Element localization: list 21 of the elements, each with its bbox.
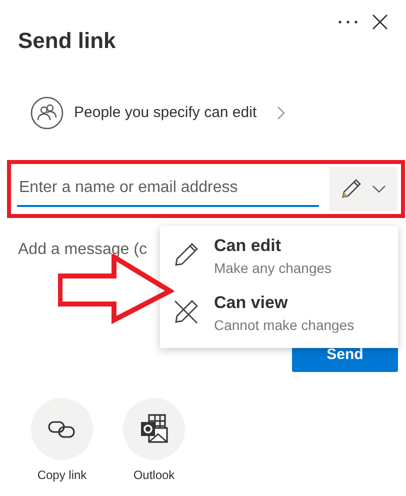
permission-dropdown-button[interactable]: [329, 167, 397, 211]
option-title: Can edit: [214, 235, 282, 257]
link-icon: [47, 419, 77, 439]
close-icon[interactable]: [372, 14, 388, 30]
more-icon[interactable]: [338, 19, 358, 25]
message-field[interactable]: Add a message (c: [18, 238, 147, 262]
permission-option[interactable]: Can edit Make any changes: [160, 230, 398, 287]
chevron-down-icon: [372, 185, 386, 193]
crossed-pencil-icon: [172, 298, 200, 326]
pencil-icon: [340, 178, 362, 200]
share-option-label: Copy link: [37, 468, 87, 482]
link-setting-label: People you specify can edit: [74, 102, 257, 123]
option-title: Can view: [214, 292, 289, 314]
chevron-right-icon: [276, 106, 285, 120]
link-settings-row[interactable]: People you specify can edit: [30, 96, 285, 130]
pencil-icon: [172, 241, 200, 269]
people-icon: [30, 96, 64, 130]
panel-title: Send link: [18, 27, 116, 55]
option-description: Make any changes: [214, 259, 332, 278]
option-description: Cannot make changes: [214, 316, 354, 335]
share-option-label: Outlook: [133, 468, 175, 482]
